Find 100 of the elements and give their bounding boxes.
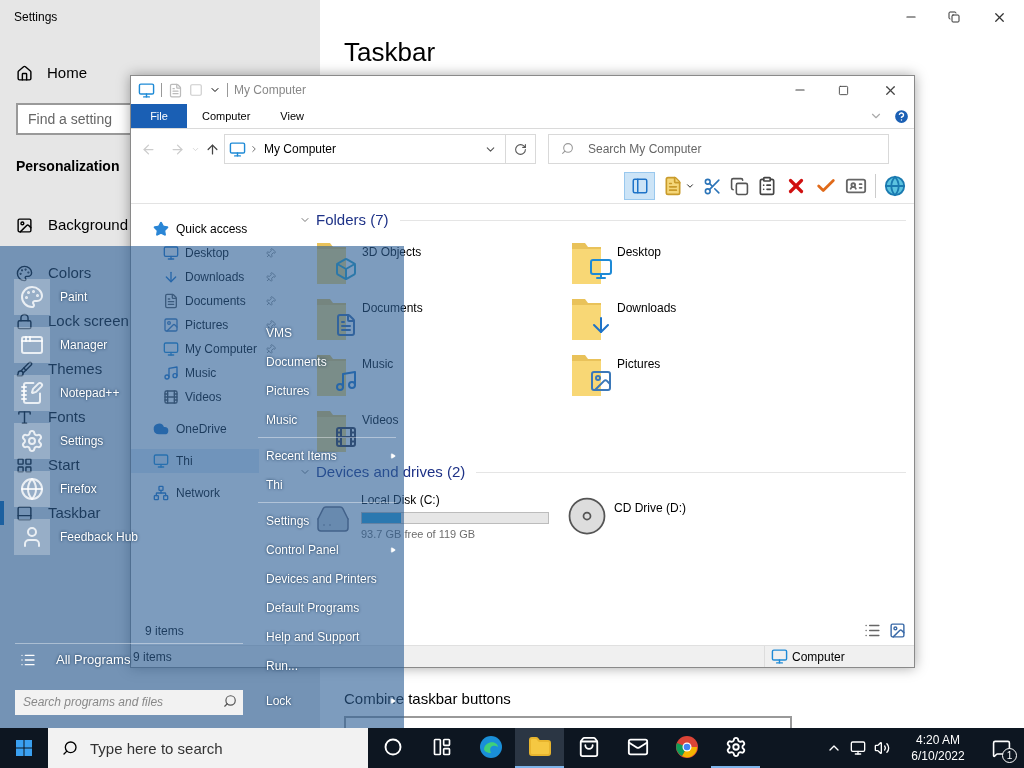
start-menu-link[interactable]: Pictures (266, 381, 310, 400)
shopping-bag-icon (577, 736, 600, 758)
nav-tree-item[interactable]: Network (131, 481, 224, 505)
drive-name[interactable]: CD Drive (D:) (614, 499, 686, 517)
maximize-icon[interactable] (838, 84, 849, 96)
layout-pane-button[interactable] (624, 172, 655, 200)
start-menu-link[interactable]: VMS (266, 323, 292, 342)
copy-icon[interactable] (730, 176, 749, 196)
nav-tree-item[interactable]: Pictures (131, 313, 259, 337)
address-bar[interactable]: My Computer (224, 134, 536, 164)
refresh-icon[interactable] (514, 142, 527, 156)
folder-name[interactable]: Music (362, 355, 394, 373)
program-name[interactable]: Notepad++ (60, 384, 120, 402)
start-menu-link[interactable]: Run... (266, 656, 298, 675)
nav-tree-item[interactable]: OneDrive (131, 417, 231, 441)
folder-name[interactable]: Desktop (617, 243, 662, 261)
start-menu-link[interactable]: Recent Items (266, 446, 337, 465)
notification-button[interactable]: 1 (978, 728, 1024, 768)
cd-drive-icon[interactable] (566, 495, 608, 537)
taskbar-icon (16, 504, 33, 522)
group-heading: Folders (7) (316, 209, 389, 230)
nav-tree-item[interactable]: Music (131, 361, 259, 385)
ribbon-tab[interactable]: View (265, 104, 319, 128)
start-menu-link[interactable]: Help and Support (266, 627, 360, 646)
nav-item[interactable]: Fonts (0, 405, 90, 429)
folder-icon[interactable] (571, 241, 615, 285)
search-icon (62, 740, 78, 756)
nav-item[interactable]: Themes (0, 357, 107, 381)
computer-icon (163, 341, 179, 357)
nav-tree-item[interactable]: Videos (131, 385, 259, 409)
dropdown-field[interactable] (344, 716, 792, 728)
large-icons-view-icon[interactable] (889, 622, 906, 639)
notification-badge: 1 (1002, 748, 1017, 763)
globe-icon[interactable] (14, 471, 50, 507)
folder-icon (527, 735, 552, 759)
download-icon (163, 269, 179, 285)
caret-icon[interactable] (685, 181, 695, 191)
start-menu-link[interactable]: Control Panel (266, 540, 339, 559)
details-view-icon[interactable] (864, 622, 881, 639)
scissors-icon[interactable] (703, 176, 722, 196)
search-field[interactable]: Find a setting (16, 103, 130, 135)
nav-item[interactable]: Background (0, 213, 133, 237)
window-title: My Computer (234, 82, 307, 99)
nav-item[interactable]: Colors (0, 261, 96, 285)
folder-name[interactable]: Pictures (617, 355, 661, 373)
ribbon-tab[interactable]: File (131, 104, 187, 128)
start-menu-link[interactable]: Default Programs (266, 598, 360, 617)
network-icon (153, 485, 169, 501)
picture-icon (16, 216, 33, 234)
program-name[interactable]: Manager (60, 336, 108, 354)
picture-icon (163, 317, 179, 333)
program-name[interactable]: Firefox (60, 480, 97, 498)
window-icon[interactable] (14, 327, 50, 363)
globe-icon[interactable] (884, 175, 906, 197)
nav-tree-item[interactable]: Desktop (131, 241, 259, 265)
start-menu-link[interactable]: Devices and Printers (266, 569, 377, 588)
folder-name[interactable]: Downloads (617, 299, 677, 317)
home-icon (16, 64, 33, 82)
grid-icon (16, 456, 33, 474)
envelope-icon (626, 736, 649, 758)
clock[interactable]: 4:20 AM 6/10/2022 (898, 732, 978, 764)
nav-tree-item[interactable]: Quick access (131, 217, 252, 241)
nav-tree-item[interactable]: Thi (131, 449, 259, 473)
folder-name[interactable]: Videos (362, 411, 399, 429)
nav-item[interactable]: Taskbar (0, 501, 105, 525)
nav-tree-item[interactable]: Downloads (131, 265, 259, 289)
program-name[interactable]: Paint (60, 288, 88, 306)
search-field[interactable]: Search programs and files (15, 689, 243, 715)
up-icon[interactable] (205, 141, 220, 157)
home-link[interactable]: Home (0, 53, 91, 93)
all-programs-button[interactable]: All Programs (0, 645, 135, 675)
help-icon[interactable] (893, 107, 910, 125)
lock-icon (16, 312, 33, 330)
monitor-icon (163, 245, 179, 261)
restore-icon[interactable] (948, 11, 960, 23)
taskbar-button[interactable] (515, 728, 564, 768)
nav-item[interactable]: Start (0, 453, 84, 477)
circle-icon (383, 738, 402, 756)
start-menu-link[interactable]: Documents (266, 352, 327, 371)
computer-icon (229, 140, 246, 158)
search-icon (561, 142, 574, 155)
lock-button[interactable]: Lock (266, 691, 292, 710)
start-menu-link[interactable]: Settings (266, 511, 310, 530)
ribbon-tab[interactable]: Computer (187, 104, 266, 128)
start-menu-link[interactable]: Music (266, 410, 298, 429)
volume-icon[interactable] (874, 740, 890, 756)
status-location: Computer (792, 648, 845, 666)
program-name[interactable]: Feedback Hub (60, 528, 139, 546)
search-field[interactable]: Type here to search (48, 728, 368, 768)
computer-icon (153, 453, 169, 469)
nav-tree-item[interactable]: My Computer (131, 337, 259, 361)
start-menu-link[interactable]: Thi (266, 475, 283, 494)
network-icon[interactable] (850, 740, 866, 756)
windows-logo-icon (16, 740, 32, 756)
nav-tree-item[interactable]: Documents (131, 289, 259, 313)
clipboard-icon[interactable] (757, 176, 777, 196)
film-icon (163, 389, 179, 405)
program-name[interactable]: Settings (60, 432, 104, 450)
address-text: My Computer (264, 141, 337, 158)
search-icon (223, 694, 237, 708)
